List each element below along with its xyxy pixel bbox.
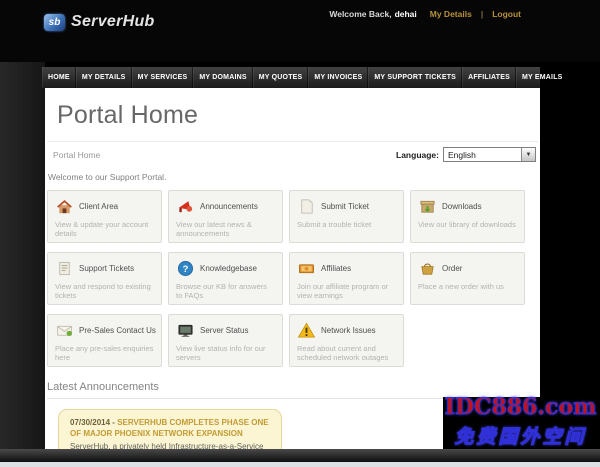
shortcut-knowledgebase[interactable]: ? Knowledgebase Browse our KB for answer…	[168, 252, 283, 305]
my-details-link[interactable]: My Details	[430, 9, 472, 19]
envelope-icon	[56, 325, 73, 337]
shortcut-support-tickets[interactable]: Support Tickets View and respond to exis…	[47, 252, 162, 305]
shortcut-affiliates[interactable]: Affiliates Join our affiliate program or…	[289, 252, 404, 305]
portal-page: sb ServerHub Welcome Back, dehai My Deta…	[0, 0, 600, 467]
monitor-icon	[178, 324, 193, 337]
language-picker: Language: English ▼	[396, 147, 536, 162]
breadcrumb-row: Portal Home Language: English ▼	[45, 142, 540, 166]
nav-item-my-quotes[interactable]: MY QUOTES	[252, 67, 309, 88]
nav-item-my-domains[interactable]: MY DOMAINS	[193, 67, 253, 88]
shortcut-announcements[interactable]: Announcements View our latest news & ann…	[168, 190, 283, 243]
notes-icon	[59, 261, 70, 276]
nav-item-my-details[interactable]: MY DETAILS	[75, 67, 132, 88]
shortcut-submit-ticket[interactable]: Submit Ticket Submit a trouble ticket	[289, 190, 404, 243]
announcement-separator: -	[112, 418, 115, 427]
account-links: Welcome Back, dehai My Details | Logout	[329, 9, 521, 19]
username: dehai	[394, 9, 417, 19]
paper-icon	[301, 199, 313, 214]
nav-item-home[interactable]: HOME	[42, 67, 76, 88]
house-icon	[57, 200, 72, 214]
language-label: Language:	[396, 149, 439, 160]
top-header: sb ServerHub Welcome Back, dehai My Deta…	[0, 0, 600, 62]
logo-text: ServerHub	[71, 13, 155, 30]
page-title: Portal Home	[57, 101, 199, 129]
breadcrumb[interactable]: Portal Home	[53, 150, 100, 160]
basket-icon	[421, 263, 434, 275]
nav-item-my-invoices[interactable]: MY INVOICES	[308, 67, 369, 88]
nav-item-my-services[interactable]: MY SERVICES	[131, 67, 194, 88]
logout-link[interactable]: Logout	[492, 9, 521, 19]
nav-item-my-support-tickets[interactable]: MY SUPPORT TICKETS	[368, 67, 463, 88]
footer-strip	[0, 462, 600, 467]
watermark-caption: 免费国外空间	[454, 427, 587, 449]
watermark-url: IDC886.com	[444, 394, 597, 421]
dropdown-arrow-icon[interactable]: ▼	[521, 148, 535, 161]
shortcut-order[interactable]: Order Place a new order with us	[410, 252, 525, 305]
shortcut-server-status[interactable]: Server Status View live status info for …	[168, 314, 283, 367]
language-select[interactable]: English ▼	[443, 147, 536, 162]
welcome-back-text: Welcome Back,	[329, 9, 392, 19]
shortcut-network-issues[interactable]: Network Issues Read about current and sc…	[289, 314, 404, 367]
money-icon	[298, 264, 315, 274]
footer-band	[0, 449, 600, 462]
package-icon	[420, 200, 435, 213]
announcement-date: 07/30/2014	[70, 418, 111, 427]
logo-badge-icon: sb	[44, 13, 65, 31]
serverhub-logo[interactable]: sb ServerHub	[44, 13, 155, 31]
warning-icon	[297, 322, 316, 338]
megaphone-icon	[178, 201, 193, 213]
svg-text:?: ?	[183, 264, 189, 275]
welcome-message: Welcome to our Support Portal.	[48, 172, 167, 182]
question-icon: ?	[177, 260, 194, 277]
left-margin	[0, 62, 45, 450]
shortcut-presales-contact[interactable]: Pre-Sales Contact Us Place any pre-sales…	[47, 314, 162, 367]
language-value: English	[448, 149, 476, 160]
main-nav: HOME MY DETAILS MY SERVICES MY DOMAINS M…	[42, 67, 569, 88]
shortcut-grid: Client Area View & update your account d…	[45, 190, 538, 376]
shortcut-client-area[interactable]: Client Area View & update your account d…	[47, 190, 162, 243]
shortcut-downloads[interactable]: Downloads View our library of downloads	[410, 190, 525, 243]
nav-item-affiliates[interactable]: AFFILIATES	[462, 67, 516, 88]
link-separator: |	[480, 9, 484, 19]
nav-item-my-emails[interactable]: MY EMAILS	[515, 67, 569, 88]
